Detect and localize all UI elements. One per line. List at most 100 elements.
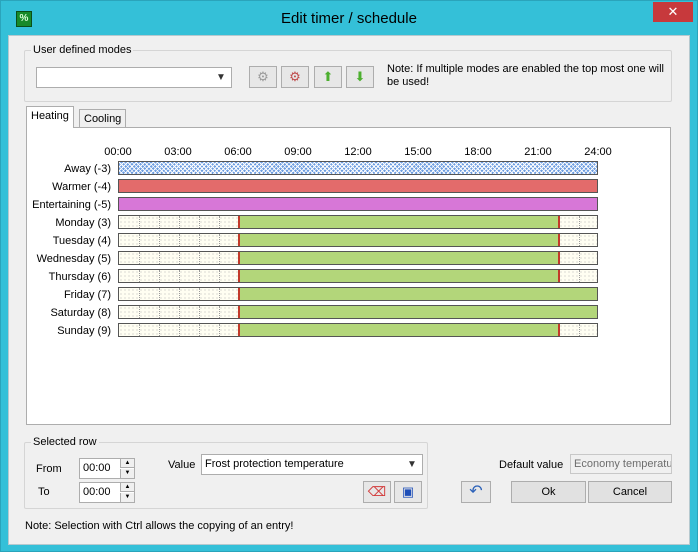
undo-button[interactable]: ↶ — [461, 481, 491, 503]
schedule-row-bar[interactable] — [118, 251, 598, 265]
spin-down-icon[interactable]: ▼ — [120, 493, 134, 502]
hour-gridline — [139, 270, 140, 282]
segment-edge-marker[interactable] — [558, 216, 560, 228]
move-down-button[interactable]: ⬇ — [346, 66, 374, 88]
user-modes-legend: User defined modes — [33, 44, 132, 56]
hour-gridline — [159, 234, 160, 246]
time-tick-label: 18:00 — [464, 146, 492, 158]
spin-up-icon[interactable]: ▲ — [120, 459, 134, 468]
hour-gridline — [199, 216, 200, 228]
schedule-row-bar[interactable] — [118, 161, 598, 175]
add-mode-icon: ⚙ — [257, 69, 269, 84]
arrow-down-icon: ⬇ — [354, 69, 366, 84]
add-mode-button[interactable]: ⚙ — [249, 66, 277, 88]
title-bar[interactable]: % Edit timer / schedule ✕ — [1, 1, 697, 35]
ok-button[interactable]: Ok — [511, 481, 586, 503]
hour-gridline — [179, 216, 180, 228]
schedule-row-bar[interactable] — [118, 215, 598, 229]
schedule-segment[interactable] — [239, 306, 597, 318]
hour-gridline — [219, 252, 220, 264]
edit-timer-window: % Edit timer / schedule ✕ User defined m… — [0, 0, 698, 552]
move-up-button[interactable]: ⬆ — [314, 66, 342, 88]
schedule-segment[interactable] — [239, 324, 559, 336]
schedule-row-label: Entertaining (-5) — [32, 199, 111, 211]
schedule-row-bar[interactable] — [118, 323, 598, 337]
clear-button[interactable]: ⌫ — [363, 481, 391, 503]
hour-gridline — [139, 252, 140, 264]
schedule-panel: 00:00 03:00 06:00 09:00 12:00 15:00 18:00 21:00… — [26, 127, 671, 425]
hour-gridline — [139, 216, 140, 228]
select-all-button[interactable]: ▣ — [394, 481, 422, 503]
hour-gridline — [219, 234, 220, 246]
schedule-row-label: Warmer (-4) — [52, 181, 111, 193]
to-time-stepper[interactable]: 00:00 ▲ ▼ — [79, 482, 135, 503]
close-button[interactable]: ✕ — [653, 2, 693, 22]
hour-gridline — [179, 324, 180, 336]
modes-note: Note: If multiple modes are enabled the … — [387, 63, 664, 88]
hour-gridline — [139, 234, 140, 246]
hour-gridline — [219, 324, 220, 336]
default-value-field[interactable]: Economy temperature — [570, 454, 672, 474]
schedule-segment[interactable] — [239, 234, 559, 246]
tab-heating[interactable]: Heating — [26, 106, 74, 128]
schedule-segment[interactable] — [239, 270, 559, 282]
segment-edge-marker[interactable] — [238, 324, 240, 336]
cancel-button[interactable]: Cancel — [588, 481, 672, 503]
delete-mode-button[interactable]: ⚙ — [281, 66, 309, 88]
segment-edge-marker[interactable] — [238, 306, 240, 318]
schedule-row-bar[interactable] — [118, 233, 598, 247]
dialog-client: User defined modes ▼ ⚙ ⚙ ⬆ ⬇ Note: If mu… — [8, 35, 690, 545]
to-label: To — [38, 486, 50, 498]
hour-gridline — [159, 252, 160, 264]
segment-edge-marker[interactable] — [558, 270, 560, 282]
time-tick-label: 24:00 — [584, 146, 612, 158]
schedule-segment[interactable] — [239, 216, 559, 228]
schedule-segment[interactable] — [119, 198, 597, 210]
segment-edge-marker[interactable] — [238, 270, 240, 282]
schedule-row-bar[interactable] — [118, 197, 598, 211]
hour-gridline — [159, 324, 160, 336]
segment-edge-marker[interactable] — [558, 324, 560, 336]
hour-gridline — [179, 252, 180, 264]
select-all-icon: ▣ — [401, 484, 415, 499]
schedule-row-bar[interactable] — [118, 269, 598, 283]
time-tick-label: 06:00 — [224, 146, 252, 158]
from-time-value: 00:00 — [83, 462, 111, 474]
value-select[interactable]: Frost protection temperature ▼ — [201, 454, 423, 475]
time-tick-label: 21:00 — [524, 146, 552, 158]
schedule-row-bar[interactable] — [118, 179, 598, 193]
from-time-stepper[interactable]: 00:00 ▲ ▼ — [79, 458, 135, 479]
schedule-segment[interactable] — [239, 288, 597, 300]
chevron-down-icon: ▼ — [216, 72, 226, 83]
hour-gridline — [199, 306, 200, 318]
value-label: Value — [168, 459, 196, 471]
tab-cooling[interactable]: Cooling — [79, 109, 127, 129]
spin-down-icon[interactable]: ▼ — [120, 469, 134, 478]
schedule-segment[interactable] — [119, 162, 597, 174]
schedule-segment[interactable] — [239, 252, 559, 264]
schedule-row-label: Friday (7) — [63, 289, 111, 301]
footer-note: Note: Selection with Ctrl allows the cop… — [25, 520, 294, 532]
segment-edge-marker[interactable] — [238, 234, 240, 246]
schedule-row-bar[interactable] — [118, 287, 598, 301]
hour-gridline — [139, 288, 140, 300]
segment-edge-marker[interactable] — [238, 252, 240, 264]
hour-gridline — [159, 216, 160, 228]
user-modes-combo[interactable]: ▼ — [36, 67, 232, 88]
schedule-segment[interactable] — [119, 180, 597, 192]
hour-gridline — [199, 288, 200, 300]
hour-gridline — [579, 252, 580, 264]
segment-edge-marker[interactable] — [238, 288, 240, 300]
time-tick-label: 15:00 — [404, 146, 432, 158]
spin-up-icon[interactable]: ▲ — [120, 483, 134, 492]
segment-edge-marker[interactable] — [558, 234, 560, 246]
delete-mode-icon: ⚙ — [289, 69, 301, 84]
to-time-value: 00:00 — [83, 486, 111, 498]
segment-edge-marker[interactable] — [558, 252, 560, 264]
hour-gridline — [579, 324, 580, 336]
hour-gridline — [159, 306, 160, 318]
segment-edge-marker[interactable] — [238, 216, 240, 228]
schedule-row-bar[interactable] — [118, 305, 598, 319]
schedule-row-label: Tuesday (4) — [52, 235, 111, 247]
hour-gridline — [199, 252, 200, 264]
